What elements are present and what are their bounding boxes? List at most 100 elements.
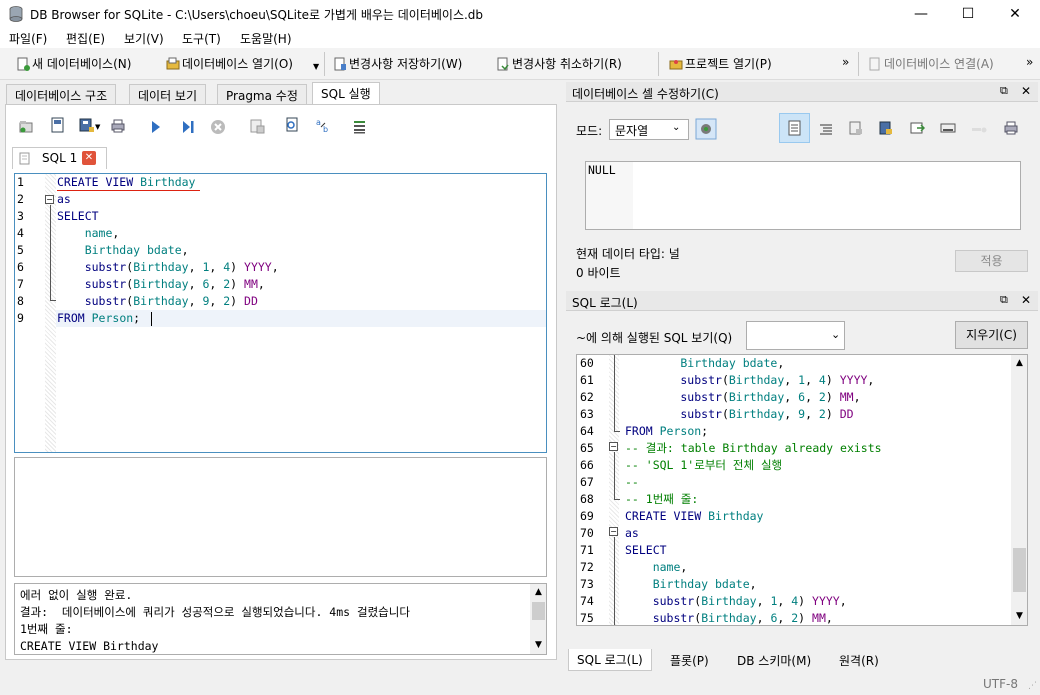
menu-file[interactable]: 파일(F) [9, 30, 47, 47]
execute-all-icon[interactable] [148, 119, 164, 135]
title-bar: DB Browser for SQLite - C:\Users\choeu\S… [0, 0, 1040, 28]
log-line-number: 69 [580, 509, 594, 523]
new-database-button[interactable]: 새 데이터베이스(N) [16, 55, 131, 72]
open-sql-file-icon[interactable] [50, 117, 66, 133]
dock-close-icon[interactable]: ✕ [1021, 84, 1031, 98]
word-wrap-toggle[interactable] [779, 113, 810, 143]
toolbar-more-icon-2[interactable]: » [1026, 55, 1033, 69]
tab-sql-log[interactable]: SQL 로그(L) [568, 649, 652, 671]
comment-block-icon[interactable] [352, 119, 368, 135]
sql-editor-tab[interactable]: SQL 1 ✕ [12, 147, 107, 169]
log-token: Birthday [728, 373, 785, 387]
message-scrollbar[interactable]: ▲ ▼ [530, 584, 546, 654]
resize-grip-icon[interactable]: ⋰ [1028, 681, 1037, 691]
export-icon[interactable] [878, 120, 894, 136]
scroll-up-icon[interactable]: ▲ [530, 584, 546, 601]
attach-database-button[interactable]: 데이터베이스 연결(A) [868, 55, 994, 72]
log-line-number: 70 [580, 526, 594, 540]
sql-editor[interactable]: − 1 CREATE VIEW Birthday 2 as 3 SELECT 4 name,… [14, 173, 547, 453]
scroll-down-icon[interactable]: ▼ [530, 637, 546, 654]
log-scrollbar[interactable]: ▲ ▼ [1011, 355, 1027, 625]
scroll-thumb[interactable] [1013, 548, 1026, 592]
mode-select[interactable]: 문자열 ⌄ [609, 119, 689, 140]
write-changes-label: 변경사항 저장하기(W) [349, 57, 463, 71]
log-token: , [839, 594, 847, 608]
editor-token: substr [57, 294, 127, 308]
sql-log-editor[interactable]: − − 60 Birthday bdate, 61 substr(Birthday… [576, 354, 1028, 626]
scroll-thumb[interactable] [532, 602, 545, 620]
log-token: CREATE VIEW [625, 509, 709, 523]
toolbar-more-icon[interactable]: » [842, 55, 849, 69]
tab-browse-data[interactable]: 데이터 보기 [129, 84, 207, 104]
dock-close-icon[interactable]: ✕ [1021, 293, 1031, 307]
save-results-icon[interactable] [249, 118, 265, 134]
keyboard-icon[interactable] [940, 120, 956, 136]
log-token: 4 [818, 373, 826, 387]
editor-token: , [257, 277, 265, 291]
open-project-button[interactable]: 프로젝트 열기(P) [669, 55, 772, 72]
tab-plot[interactable]: 플롯(P) [662, 650, 717, 670]
log-token: , [777, 356, 785, 370]
log-token: -- 'SQL 1'로부터 전체 실행 [625, 458, 783, 472]
editor-code-line: substr(Birthday, 1, 4) YYYY, [57, 259, 279, 276]
find-icon[interactable] [284, 117, 300, 133]
menu-tools[interactable]: 도구(T) [182, 30, 221, 47]
scroll-down-icon[interactable]: ▼ [1011, 608, 1027, 625]
auto-format-icon[interactable] [695, 118, 717, 140]
find-replace-icon[interactable]: ab [315, 117, 331, 133]
open-database-dropdown-icon[interactable]: ▼ [313, 62, 319, 71]
stop-execution-icon[interactable] [210, 119, 226, 135]
menu-view[interactable]: 보기(V) [124, 30, 164, 47]
menu-edit[interactable]: 편집(E) [66, 30, 105, 47]
apply-button[interactable]: 적용 [955, 250, 1028, 272]
log-line-number: 66 [580, 458, 594, 472]
log-code-line: substr(Birthday, 6, 2) MM, [625, 610, 833, 625]
tab-db-schema[interactable]: DB 스키마(M) [729, 650, 819, 670]
tab-execute-sql[interactable]: SQL 실행 [312, 82, 380, 104]
clear-log-button[interactable]: 지우기(C) [955, 321, 1028, 349]
edit-cell-dock: 모드: 문자열 ⌄ NULL 현재 데이터 타입: 널 0 바이트 적용 [566, 103, 1038, 289]
tab-db-structure[interactable]: 데이터베이스 구조 [6, 84, 117, 104]
editor-line-number: 4 [17, 226, 24, 240]
undock-icon[interactable]: ⧉ [1000, 293, 1008, 307]
window-title: DB Browser for SQLite - C:\Users\choeu\S… [30, 8, 484, 22]
log-code-line: substr(Birthday, 9, 2) DD [625, 406, 853, 423]
print-icon[interactable] [110, 118, 126, 134]
mode-label: 모드: [576, 124, 603, 138]
scroll-up-icon[interactable]: ▲ [1011, 355, 1027, 372]
import-icon[interactable] [848, 120, 864, 136]
log-code-line: Birthday bdate, [625, 355, 784, 372]
close-tab-icon[interactable]: ✕ [82, 151, 96, 165]
save-sql-file-icon[interactable] [79, 117, 95, 133]
cell-value-editor[interactable]: NULL [585, 161, 1021, 230]
undock-icon[interactable]: ⧉ [1000, 84, 1008, 98]
log-token: -- 1번째 줄: [625, 492, 699, 506]
print-cell-icon[interactable] [1003, 120, 1019, 136]
write-changes-button[interactable]: 변경사항 저장하기(W) [333, 55, 462, 72]
save-sql-dropdown-icon[interactable]: ▼ [95, 123, 100, 131]
execute-line-icon[interactable] [180, 119, 196, 135]
open-database-button[interactable]: 데이터베이스 열기(O) [166, 55, 293, 72]
tab-edit-pragmas[interactable]: Pragma 수정 [217, 84, 307, 104]
results-grid[interactable] [14, 457, 547, 577]
set-as-null-icon[interactable] [909, 120, 925, 136]
message-lines: 에러 없이 실행 완료. 결과: 데이터베이스에 쿼리가 성공적으로 실행되었습니… [20, 587, 525, 654]
log-token: , [805, 373, 819, 387]
log-filter-select[interactable]: ⌄ [746, 321, 845, 350]
edit-cell-dock-title: 데이터베이스 셀 수정하기(C) ⧉ ✕ [566, 82, 1038, 102]
chevron-down-icon: ⌄ [831, 328, 841, 341]
close-button[interactable]: ✕ [992, 0, 1038, 28]
open-tab-icon[interactable] [18, 119, 34, 135]
menu-help[interactable]: 도움말(H) [240, 30, 292, 47]
log-lines: 60 Birthday bdate, 61 substr(Birthday, 1,… [577, 355, 1007, 625]
log-line-number: 75 [580, 611, 594, 625]
revert-changes-button[interactable]: 변경사항 취소하기(R) [496, 55, 622, 72]
eye-icon[interactable] [971, 121, 987, 137]
log-line-number: 61 [580, 373, 594, 387]
tab-remote[interactable]: 원격(R) [831, 650, 887, 670]
indent-icon[interactable] [818, 121, 834, 137]
minimize-button[interactable]: — [898, 0, 944, 28]
maximize-button[interactable]: ☐ [945, 0, 991, 28]
log-token: ; [701, 424, 709, 438]
log-line-number: 74 [580, 594, 594, 608]
